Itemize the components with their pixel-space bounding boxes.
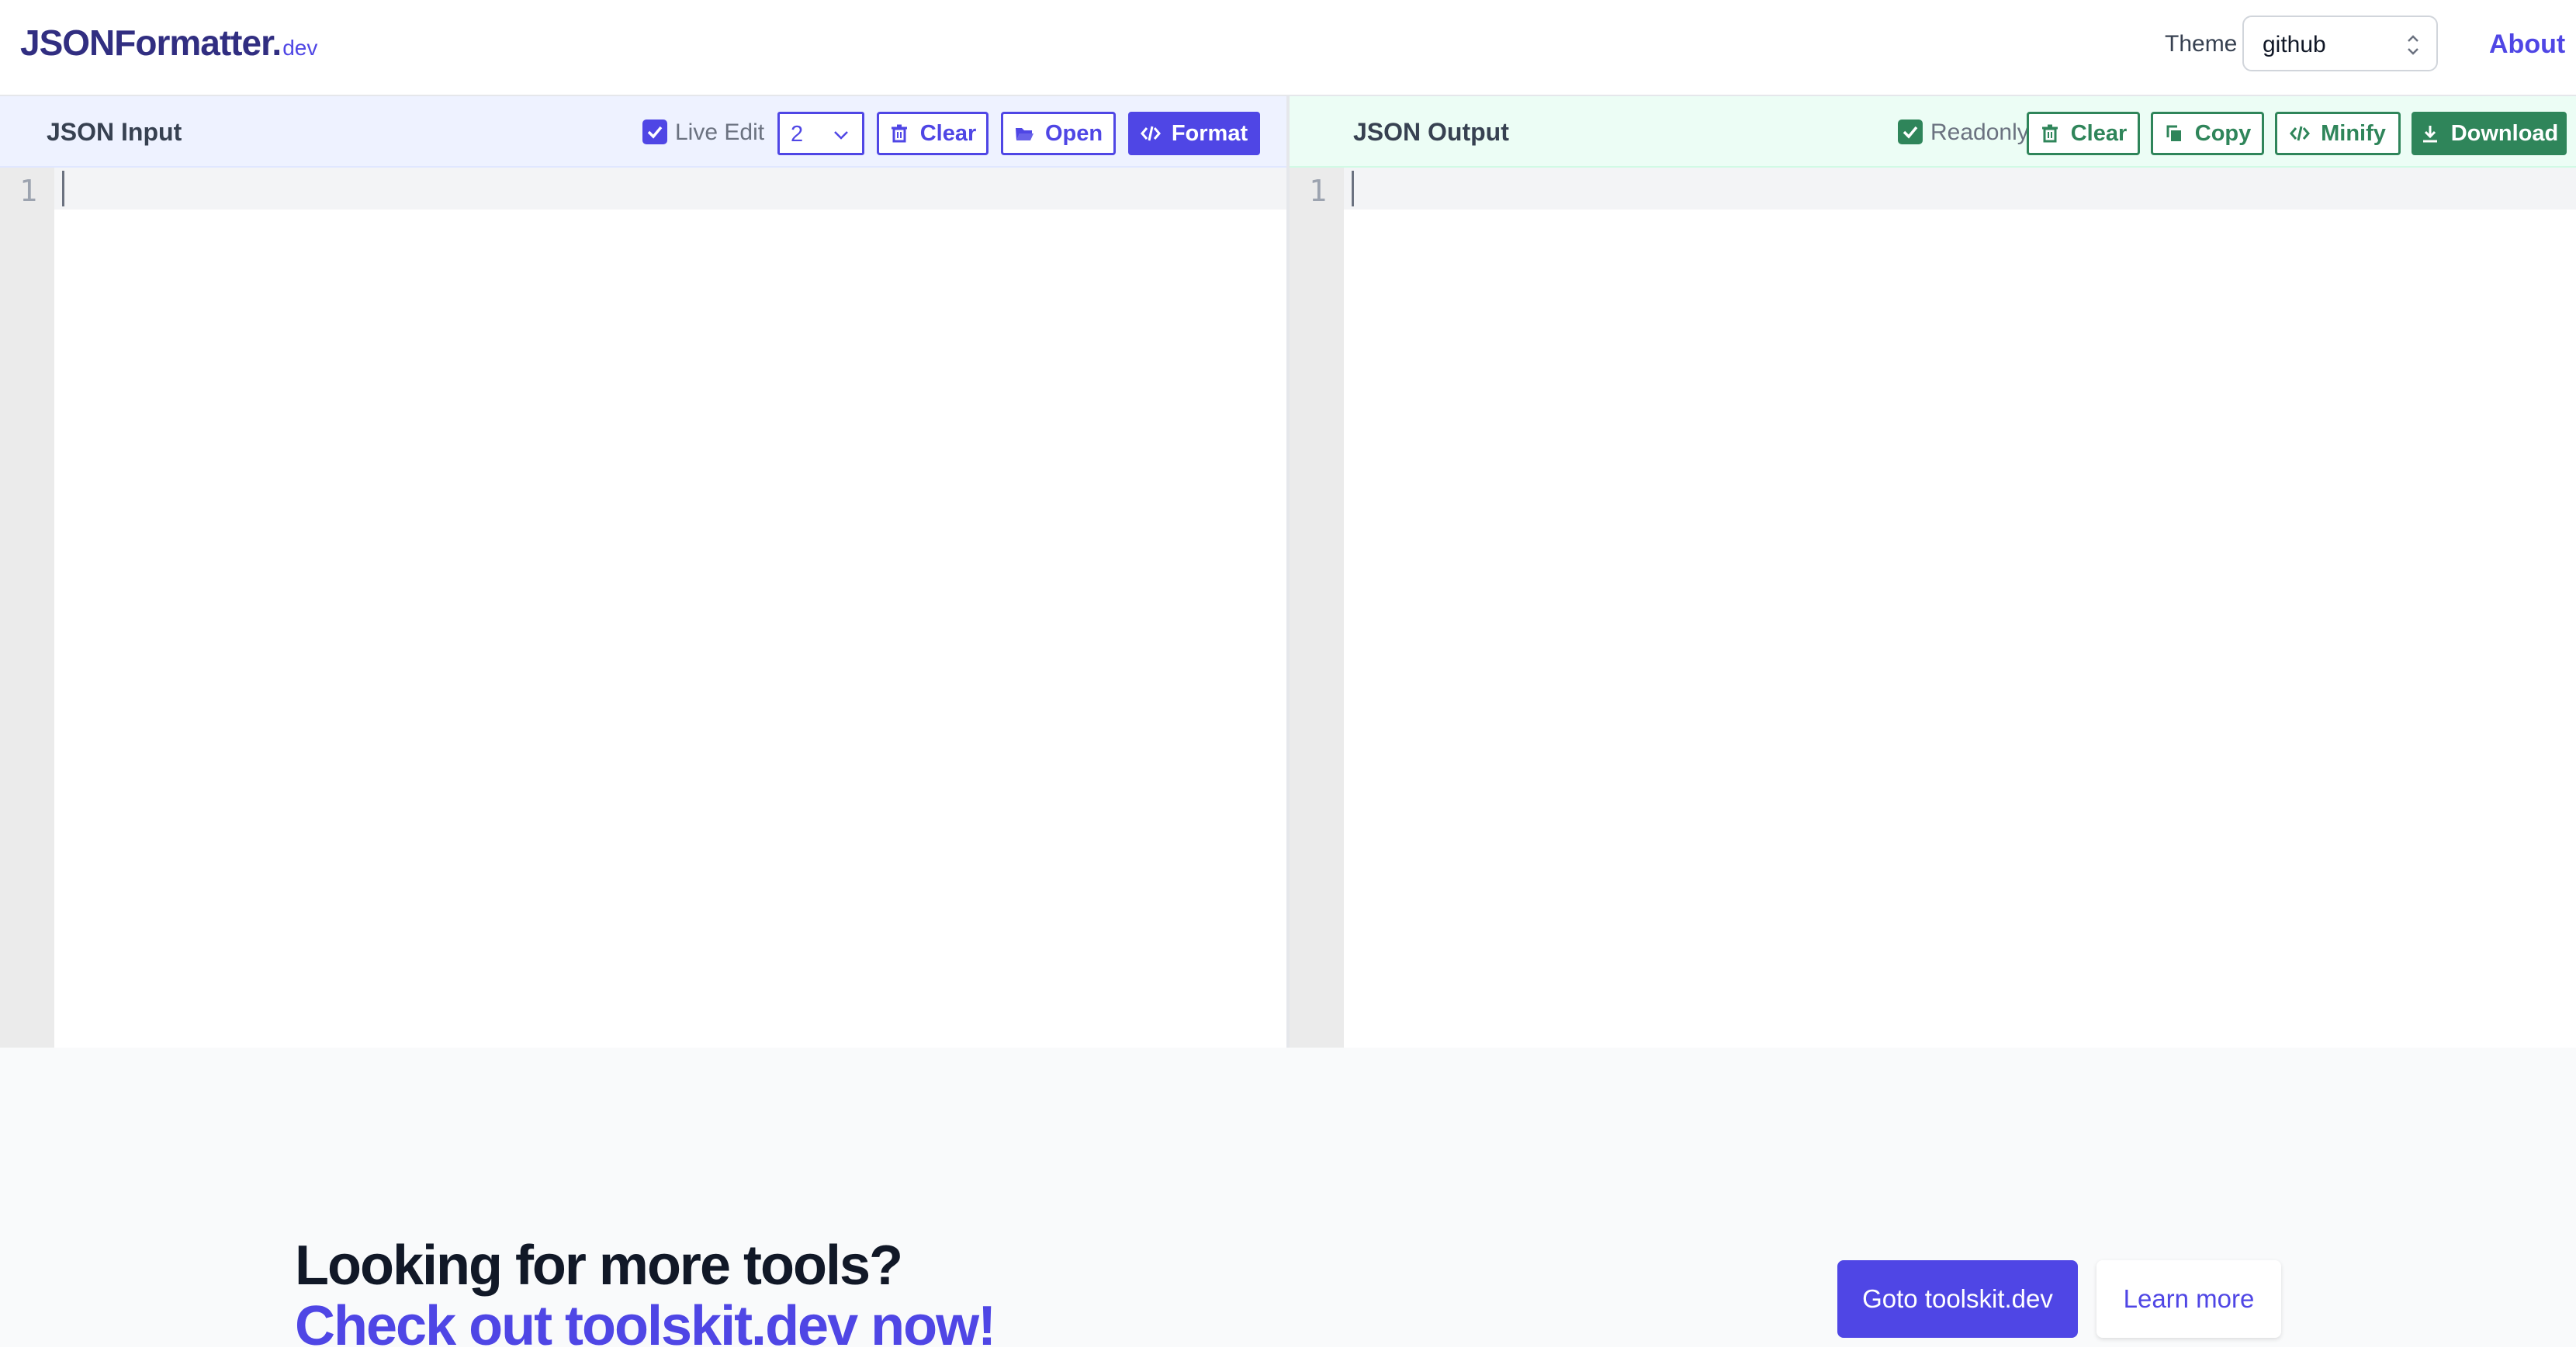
chevron-down-icon <box>834 131 848 140</box>
input-clear-button[interactable]: Clear <box>877 112 989 155</box>
input-clear-label: Clear <box>919 120 977 146</box>
json-output-editor[interactable]: 1 <box>1290 168 2576 1048</box>
line-number: 1 <box>1309 174 1327 208</box>
format-label: Format <box>1171 120 1248 146</box>
format-button[interactable]: Format <box>1128 112 1260 155</box>
open-label: Open <box>1044 120 1103 146</box>
promo-subheadline: Check out toolskit.dev now! <box>295 1295 996 1357</box>
chevron-up-down-icon <box>2408 35 2418 55</box>
checkbox-checked-icon <box>1898 120 1923 144</box>
folder-open-icon <box>1015 128 1034 140</box>
promo-headline: Looking for more tools? <box>295 1235 903 1297</box>
json-input-editor[interactable]: 1 <box>0 168 1286 1048</box>
trash-icon <box>891 124 907 143</box>
line-number-gutter: 1 <box>0 168 54 1048</box>
goto-toolskit-button[interactable]: Goto toolskit.dev <box>1837 1260 2078 1338</box>
line-number: 1 <box>19 174 37 208</box>
checkbox-checked-icon <box>642 120 667 144</box>
logo-dev-text: dev <box>282 36 318 60</box>
minify-button[interactable]: Minify <box>2275 112 2401 155</box>
code-icon <box>2290 126 2311 141</box>
output-clear-label: Clear <box>2070 120 2128 146</box>
indent-size-value: 2 <box>791 122 804 147</box>
logo-main-text: JSONFormatter. <box>20 23 282 63</box>
download-button[interactable]: Download <box>2412 112 2567 155</box>
live-edit-label: Live Edit <box>675 120 765 145</box>
theme-select-value: github <box>2263 32 2326 57</box>
live-edit-checkbox[interactable] <box>642 120 667 144</box>
text-cursor <box>1352 171 1354 206</box>
line-number-gutter: 1 <box>1290 168 1344 1048</box>
trash-icon <box>2041 124 2058 143</box>
code-icon <box>1140 126 1161 141</box>
text-cursor <box>62 171 64 206</box>
readonly-label: Readonly <box>1930 120 2029 145</box>
input-toolbar: JSON Input Live Edit 2 Clear Open Format <box>0 96 1286 168</box>
copy-icon <box>2166 125 2181 141</box>
output-clear-button[interactable]: Clear <box>2027 112 2140 155</box>
learn-more-button[interactable]: Learn more <box>2096 1260 2281 1338</box>
input-pane-title: JSON Input <box>47 118 182 146</box>
copy-label: Copy <box>2194 120 2252 146</box>
minify-label: Minify <box>2321 120 2386 146</box>
indent-size-select[interactable]: 2 <box>777 112 864 155</box>
top-header: JSONFormatter.dev Theme github About <box>0 0 2576 96</box>
download-icon <box>2422 126 2437 143</box>
output-toolbar: JSON Output Readonly Clear Copy Minify D… <box>1290 96 2576 168</box>
output-pane-title: JSON Output <box>1353 118 1509 146</box>
site-logo[interactable]: JSONFormatter.dev <box>20 22 317 64</box>
about-link[interactable]: About <box>2489 29 2565 60</box>
promo-section: Looking for more tools? Check out toolsk… <box>0 1048 2576 1357</box>
copy-button[interactable]: Copy <box>2151 112 2264 155</box>
open-button[interactable]: Open <box>1001 112 1116 155</box>
theme-label: Theme <box>2165 31 2238 57</box>
readonly-checkbox[interactable] <box>1898 120 1923 144</box>
theme-select[interactable]: github <box>2242 16 2438 71</box>
active-line-highlight <box>1344 168 2576 210</box>
download-label: Download <box>2450 120 2559 146</box>
active-line-highlight <box>54 168 1286 210</box>
